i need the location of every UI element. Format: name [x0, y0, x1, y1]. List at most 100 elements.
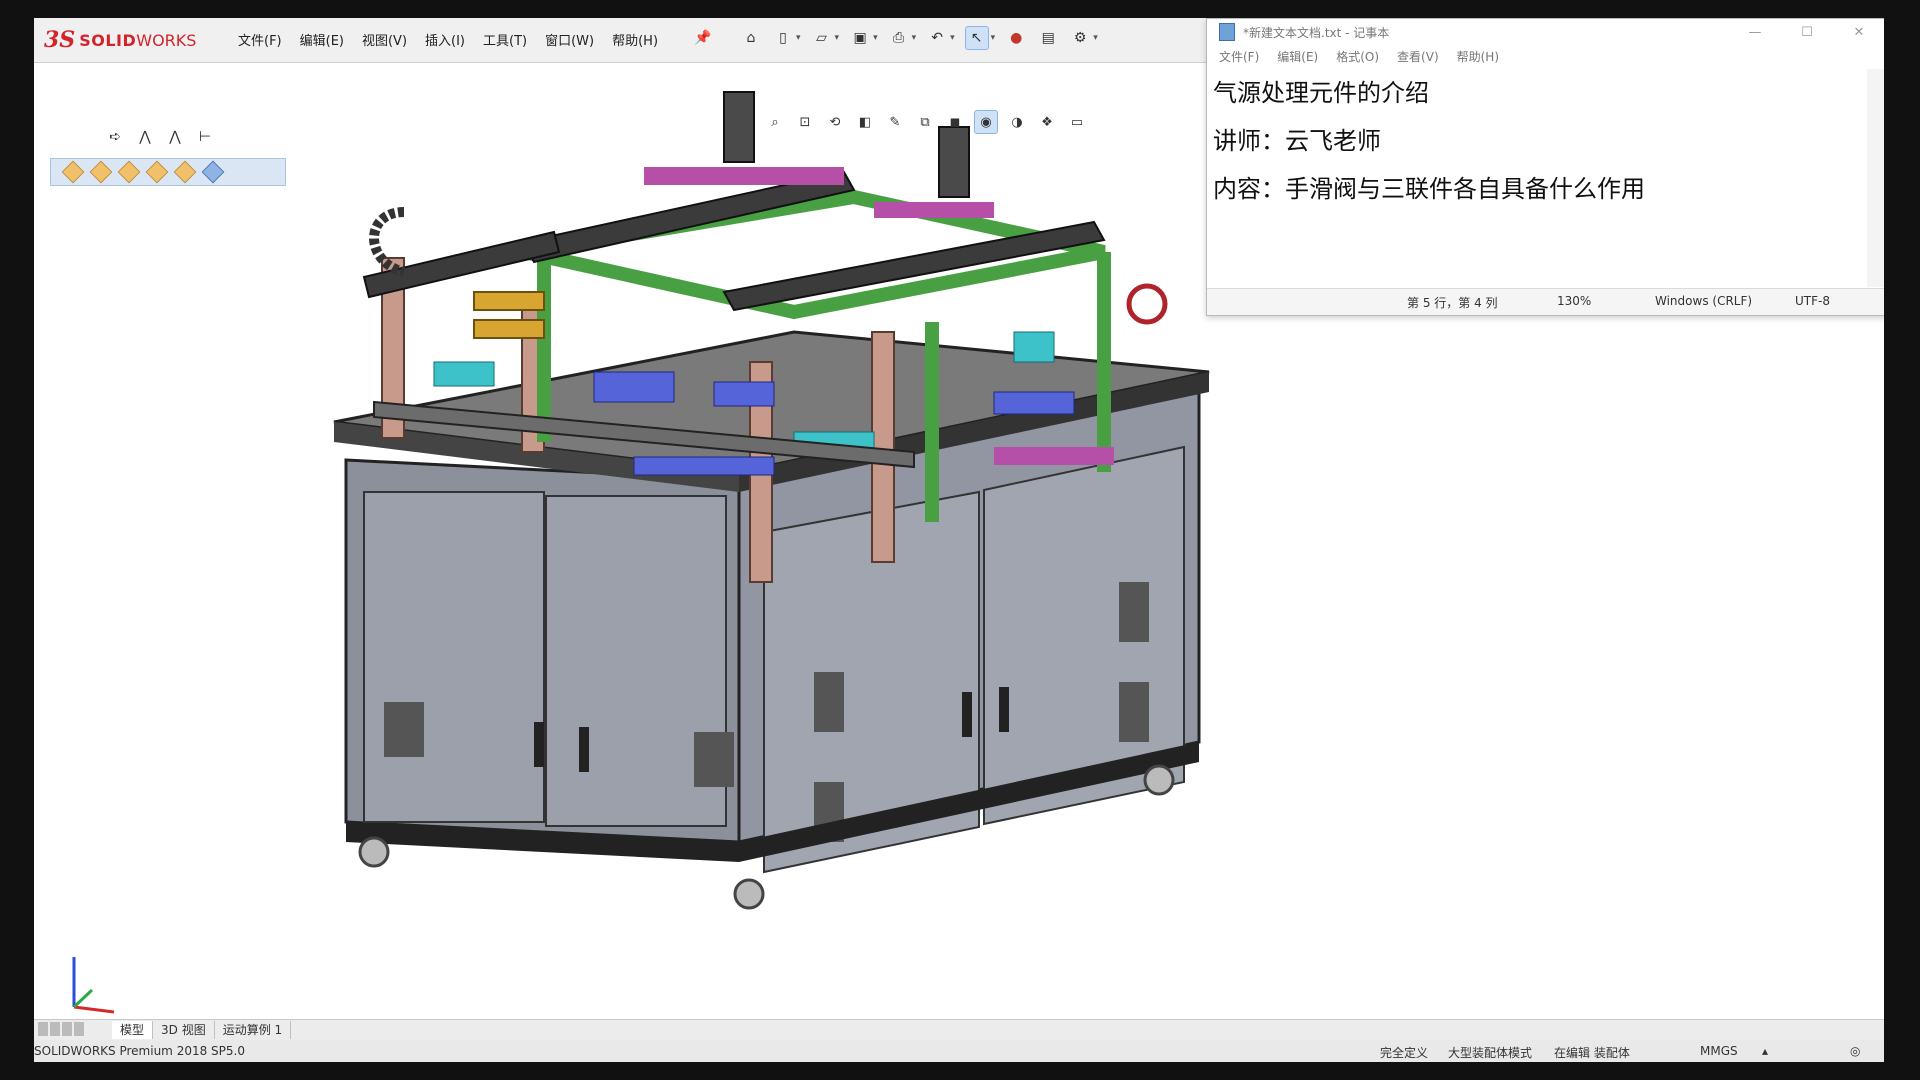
chevron-down-icon[interactable]: ▾ [912, 33, 917, 43]
material-reel [1126, 283, 1168, 325]
definition-status: 完全定义 [1380, 1046, 1429, 1060]
gantry-beams [362, 170, 1106, 312]
caster-wheel [1143, 764, 1175, 796]
view-cube-icon[interactable] [201, 160, 225, 184]
text-line: 内容：手滑阀与三联件各自具备什么作用 [1213, 175, 1645, 203]
np-menu-edit[interactable]: 编辑(E) [1277, 48, 1318, 65]
arrow-icon[interactable] [74, 1022, 84, 1036]
arrow-icon[interactable] [38, 1022, 48, 1036]
sketch-icon[interactable]: ⋀ [134, 126, 156, 148]
notepad-title: *新建文本文档.txt - 记事本 [1243, 25, 1390, 40]
select-pointer-icon[interactable]: ↖ [964, 26, 989, 50]
menu-edit[interactable]: 编辑(E) [300, 30, 344, 49]
front-door-left [363, 491, 545, 823]
home-icon[interactable]: ⌂ [740, 27, 762, 49]
quick-tools: ➪ ⋀ ⋀ ⊢ [104, 126, 216, 148]
menu-insert[interactable]: 插入(I) [425, 30, 465, 49]
sketch-icon[interactable]: ⋀ [164, 126, 186, 148]
maximize-button[interactable]: ☐ [1781, 19, 1833, 45]
view-cube-icon[interactable] [145, 160, 169, 184]
arrow-icon[interactable] [50, 1022, 60, 1036]
solidworks-logo[interactable]: 3S SOLID WORKS [44, 24, 216, 56]
view-cube-icon[interactable] [173, 160, 197, 184]
document-tabs: 模型 3D 视图 运动算例 1 [34, 1019, 1884, 1040]
zoom-area-icon[interactable]: ⊡ [794, 111, 816, 133]
screen: 3S SOLID WORKS 文件(F) 编辑(E) 视图(V) 插入(I) 工… [34, 18, 1884, 1062]
cursor-position: 第 5 行，第 4 列 [1407, 296, 1498, 310]
scene-icon[interactable]: ❖ [1036, 111, 1058, 133]
dynamic-annotation-icon[interactable]: ✎ [884, 111, 906, 133]
door-handle [579, 727, 589, 772]
vertical-scrollbar[interactable] [1867, 69, 1884, 287]
np-menu-view[interactable]: 查看(V) [1397, 48, 1439, 65]
save-icon[interactable]: ▣ [849, 27, 871, 49]
display-style-icon[interactable]: ◼ [944, 111, 966, 133]
main-menu: 文件(F) 编辑(E) 视图(V) 插入(I) 工具(T) 窗口(W) 帮助(H… [238, 30, 658, 49]
notepad-status-bar: 第 5 行，第 4 列 130% Windows (CRLF) UTF-8 [1207, 288, 1884, 315]
view-cube-icon[interactable] [61, 160, 85, 184]
redo-arrow-icon[interactable]: ➪ [104, 126, 126, 148]
zoom-to-fit-icon[interactable]: ⌕ [764, 111, 786, 133]
new-file-icon[interactable]: ▯ [772, 27, 794, 49]
window-controls: — ☐ ✕ [1729, 19, 1884, 45]
undo-icon[interactable]: ↶ [926, 27, 948, 49]
door-handle [999, 687, 1009, 732]
tab-model[interactable]: 模型 [112, 1021, 154, 1039]
pin-icon[interactable]: 📌 [694, 30, 711, 46]
view-settings-icon[interactable]: ▭ [1066, 111, 1088, 133]
arrow-icon[interactable] [62, 1022, 72, 1036]
traffic-light-icon[interactable]: ● [1005, 27, 1027, 49]
minimize-button[interactable]: — [1729, 19, 1781, 45]
gear-icon[interactable]: ⚙ [1069, 27, 1091, 49]
chevron-down-icon[interactable]: ▾ [950, 33, 955, 43]
chevron-down-icon[interactable]: ▾ [1093, 33, 1098, 43]
view-cube-icon[interactable] [117, 160, 141, 184]
np-menu-file[interactable]: 文件(F) [1219, 48, 1259, 65]
menu-help[interactable]: 帮助(H) [612, 30, 658, 49]
chevron-down-icon[interactable]: ▾ [796, 33, 801, 43]
hide-show-icon[interactable]: ◉ [974, 110, 998, 134]
zoom-level: 130% [1557, 294, 1592, 308]
edit-appearance-icon[interactable]: ◑ [1006, 111, 1028, 133]
logo-solid: SOLID [79, 30, 137, 50]
dimension-icon[interactable]: ⊢ [194, 126, 216, 148]
np-menu-format[interactable]: 格式(O) [1336, 48, 1379, 65]
np-menu-help[interactable]: 帮助(H) [1457, 48, 1499, 65]
chevron-up-icon[interactable]: ▴ [1762, 1044, 1768, 1058]
logo-works: WORKS [136, 30, 197, 50]
status-bar: SOLIDWORKS Premium 2018 SP5.0 完全定义 大型装配体… [34, 1040, 1884, 1062]
line-ending: Windows (CRLF) [1655, 294, 1753, 308]
view-cube-icon[interactable] [89, 160, 113, 184]
section-view-icon[interactable]: ◧ [854, 111, 876, 133]
chevron-down-icon[interactable]: ▾ [873, 33, 878, 43]
menu-tools[interactable]: 工具(T) [483, 30, 527, 49]
menu-window[interactable]: 窗口(W) [545, 30, 594, 49]
tab-3d-view[interactable]: 3D 视图 [153, 1021, 215, 1039]
view-orientation-icon[interactable]: ⧉ [914, 111, 936, 133]
unit-system[interactable]: MMGS [1700, 1044, 1738, 1058]
editing-status: 在编辑 装配体 [1554, 1046, 1630, 1060]
ds-logo-mark: 3S [44, 27, 76, 53]
notepad-text-area[interactable]: 气源处理元件的介绍 讲师：云飞老师 内容：手滑阀与三联件各自具备什么作用 [1213, 69, 1863, 279]
open-file-icon[interactable]: ▱ [811, 27, 833, 49]
previous-view-icon[interactable]: ⟲ [824, 111, 846, 133]
print-icon[interactable]: ⎙ [888, 27, 910, 49]
encoding: UTF-8 [1795, 294, 1830, 308]
file-properties-icon[interactable]: ▤ [1037, 27, 1059, 49]
tab-scroll-arrows[interactable] [38, 1022, 112, 1038]
close-button[interactable]: ✕ [1833, 19, 1884, 45]
chevron-down-icon[interactable]: ▾ [991, 33, 996, 43]
menu-file[interactable]: 文件(F) [238, 30, 282, 49]
door-handle [962, 692, 972, 737]
tab-motion-study[interactable]: 运动算例 1 [215, 1021, 292, 1039]
menu-view[interactable]: 视图(V) [362, 30, 407, 49]
notepad-window[interactable]: *新建文本文档.txt - 记事本 — ☐ ✕ 文件(F) 编辑(E) 格式(O… [1206, 18, 1884, 316]
coordinate-triad [72, 957, 115, 1014]
large-assembly-mode: 大型装配体模式 [1448, 1046, 1533, 1060]
standard-views-strip [50, 158, 286, 186]
caster-wheel [733, 878, 765, 910]
version-text: SOLIDWORKS Premium 2018 SP5.0 [34, 1044, 245, 1058]
chevron-down-icon[interactable]: ▾ [835, 33, 840, 43]
help-icon[interactable]: ◎ [1850, 1044, 1860, 1058]
standard-toolbar: ⌂ ▯ ▾ ▱ ▾ ▣ ▾ ⎙ ▾ ↶ ▾ ↖ ▾ ● ▤ ⚙ ▾ [740, 26, 1098, 50]
